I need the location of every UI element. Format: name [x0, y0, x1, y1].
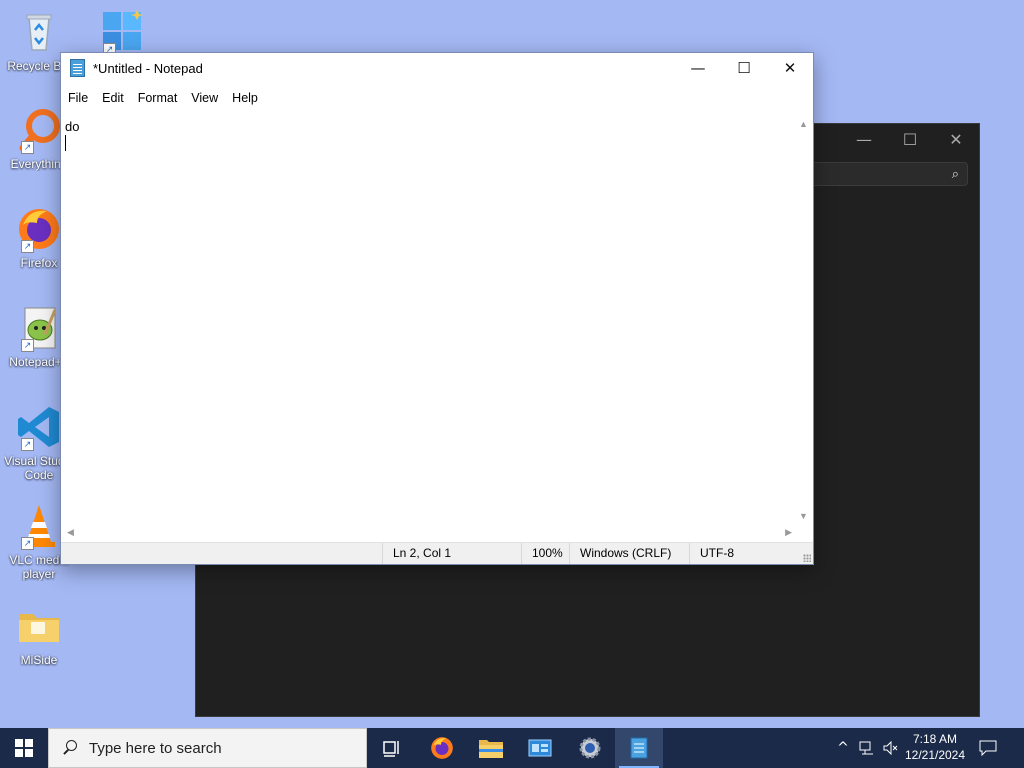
action-center-icon [979, 740, 997, 756]
menu-edit[interactable]: Edit [95, 91, 131, 105]
status-bar: Ln 2, Col 1 100% Windows (CRLF) UTF-8 [61, 542, 813, 564]
taskbar-file-explorer[interactable] [467, 728, 515, 768]
shortcut-arrow-icon: ↗ [21, 141, 34, 154]
vertical-scrollbar[interactable]: ▲ ▼ [796, 113, 813, 525]
close-button[interactable]: ✕ [767, 53, 813, 83]
text-cursor [65, 135, 66, 151]
control-panel-icon [528, 739, 552, 757]
scroll-down-arrow-icon[interactable]: ▼ [799, 511, 808, 521]
vlc-icon: ↗ [15, 502, 63, 550]
taskbar: Type here to search ^ 7:18 AM 12/21/2024 [0, 728, 1024, 768]
taskbar-search-input[interactable]: Type here to search [48, 728, 367, 768]
text-editor-area[interactable]: do [61, 113, 796, 525]
background-search-input[interactable]: ⌕ [796, 162, 968, 186]
start-button[interactable] [0, 728, 48, 768]
taskbar-settings[interactable] [566, 728, 614, 768]
background-minimize-button[interactable]: — [841, 124, 887, 154]
scroll-left-arrow-icon[interactable]: ◀ [67, 527, 74, 538]
status-cursor-position: Ln 2, Col 1 [382, 543, 451, 564]
search-icon [62, 740, 78, 756]
horizontal-scrollbar[interactable]: ◀ ▶ [61, 525, 796, 542]
shortcut-arrow-icon: ↗ [21, 537, 34, 550]
network-icon [859, 741, 873, 755]
menu-format[interactable]: Format [131, 91, 185, 105]
resize-grip-icon[interactable] [803, 554, 811, 562]
maximize-button[interactable]: ☐ [721, 53, 767, 83]
notifications-button[interactable] [974, 728, 1002, 768]
volume-button[interactable] [880, 728, 902, 768]
window-title: *Untitled - Notepad [93, 60, 203, 76]
notepad-icon [630, 737, 648, 759]
background-maximize-button[interactable]: ☐ [887, 124, 933, 154]
status-zoom: 100% [521, 543, 563, 564]
show-hidden-icons-button[interactable]: ^ [833, 728, 853, 768]
shortcut-arrow-icon: ↗ [21, 438, 34, 451]
vscode-icon: ↗ [15, 403, 63, 451]
taskbar-firefox[interactable] [418, 728, 466, 768]
shortcut-arrow-icon: ↗ [21, 240, 34, 253]
menu-help[interactable]: Help [225, 91, 265, 105]
recycle-bin-icon [15, 8, 63, 56]
windows-setup-icon: ↗ [97, 8, 145, 56]
clock-date: 12/21/2024 [904, 748, 966, 762]
firefox-icon: ↗ [15, 205, 63, 253]
file-explorer-icon [479, 740, 503, 758]
taskbar-control-panel[interactable] [516, 728, 564, 768]
search-placeholder: Type here to search [89, 739, 222, 757]
taskbar-clock[interactable]: 7:18 AM 12/21/2024 [900, 731, 970, 763]
everything-search-icon: ↗ [15, 106, 63, 154]
editor-line-1: do [65, 119, 80, 134]
taskbar-notepad[interactable] [615, 728, 663, 768]
scroll-up-arrow-icon[interactable]: ▲ [799, 119, 808, 129]
notepad-plus-plus-icon: ↗ [15, 304, 63, 352]
desktop-icon-windows-setup[interactable]: ↗ [86, 8, 156, 56]
chevron-up-icon: ^ [837, 740, 849, 756]
clock-time: 7:18 AM [912, 732, 958, 746]
volume-muted-icon [883, 741, 898, 755]
background-close-button[interactable]: ✕ [933, 124, 979, 154]
settings-icon [579, 737, 601, 759]
folder-icon [15, 602, 63, 650]
task-view-icon [383, 741, 399, 757]
desktop-icon-label: MiSide [20, 653, 58, 667]
task-view-button[interactable] [368, 728, 416, 768]
network-button[interactable] [856, 728, 878, 768]
scroll-right-arrow-icon[interactable]: ▶ [785, 527, 792, 538]
notepad-titlebar[interactable]: *Untitled - Notepad — ☐ ✕ [61, 53, 813, 83]
status-encoding: UTF-8 [689, 543, 734, 564]
menu-view[interactable]: View [184, 91, 225, 105]
minimize-button[interactable]: — [675, 53, 721, 83]
shortcut-arrow-icon: ↗ [21, 339, 34, 352]
search-icon[interactable]: ⌕ [952, 166, 959, 182]
firefox-icon [431, 737, 453, 759]
notepad-window[interactable]: *Untitled - Notepad — ☐ ✕ File Edit Form… [60, 52, 814, 565]
menu-file[interactable]: File [61, 91, 95, 105]
notepad-icon [70, 59, 85, 77]
windows-logo-icon [15, 739, 33, 757]
menu-bar: File Edit Format View Help [61, 87, 265, 109]
desktop-icon-miside[interactable]: MiSide [4, 602, 74, 667]
status-line-ending: Windows (CRLF) [569, 543, 671, 564]
